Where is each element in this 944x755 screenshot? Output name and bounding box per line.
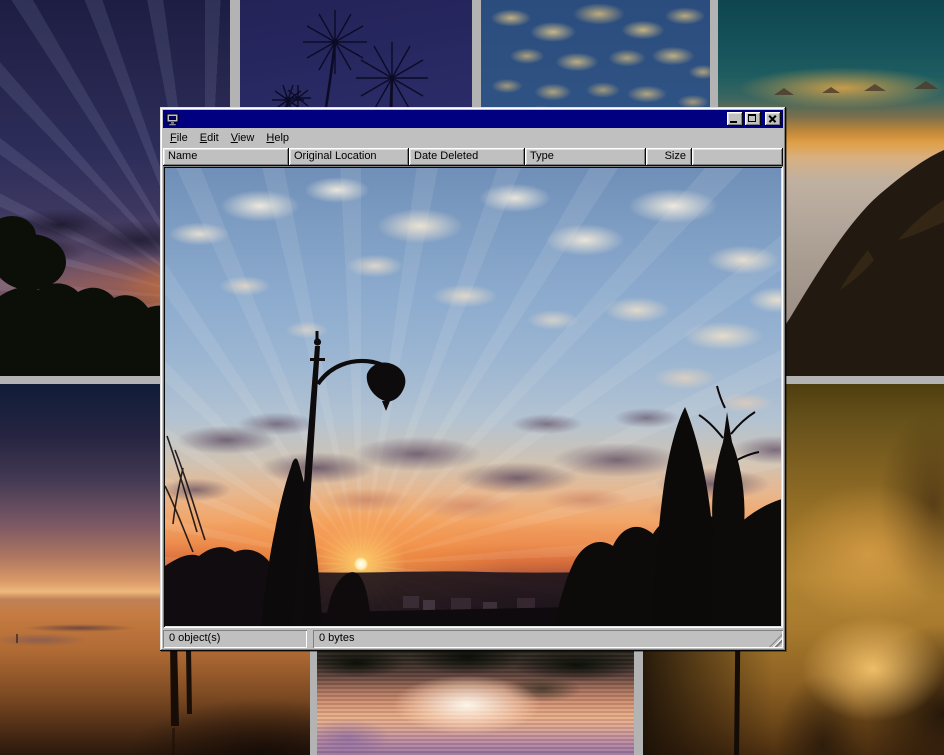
- column-header-blank[interactable]: [692, 148, 783, 166]
- maximize-icon: [748, 114, 756, 122]
- desktop: { "desktop": { "wallpaper_photos": [ {"i…: [0, 0, 944, 755]
- menu-view[interactable]: View: [225, 130, 261, 147]
- column-header-size[interactable]: Size: [646, 148, 692, 166]
- status-object-count: 0 object(s): [163, 630, 307, 648]
- menu-bar: File Edit View Help: [163, 128, 783, 148]
- list-view-area[interactable]: [163, 166, 783, 628]
- computer-icon[interactable]: [166, 113, 180, 126]
- recycle-bin-window: File Edit View Help Name Original Locati…: [160, 107, 786, 651]
- menu-file[interactable]: File: [164, 130, 194, 147]
- foreground-silhouettes: [165, 168, 781, 626]
- maximize-button[interactable]: [745, 112, 761, 126]
- title-bar[interactable]: [163, 110, 783, 128]
- list-column-headers: Name Original Location Date Deleted Type…: [163, 148, 783, 166]
- column-header-date-deleted[interactable]: Date Deleted: [409, 148, 525, 166]
- water-ripples: [317, 643, 634, 755]
- minimize-icon: [730, 121, 737, 123]
- status-bar: 0 object(s) 0 bytes: [163, 630, 783, 648]
- column-header-original-location[interactable]: Original Location: [289, 148, 409, 166]
- column-header-type[interactable]: Type: [525, 148, 646, 166]
- menu-edit[interactable]: Edit: [194, 130, 225, 147]
- status-byte-count: 0 bytes: [313, 630, 783, 648]
- sunset-lamppost-photo: [165, 168, 781, 626]
- column-header-name[interactable]: Name: [163, 148, 289, 166]
- close-button[interactable]: [765, 112, 781, 126]
- menu-help[interactable]: Help: [260, 130, 295, 147]
- minimize-button[interactable]: [727, 112, 743, 126]
